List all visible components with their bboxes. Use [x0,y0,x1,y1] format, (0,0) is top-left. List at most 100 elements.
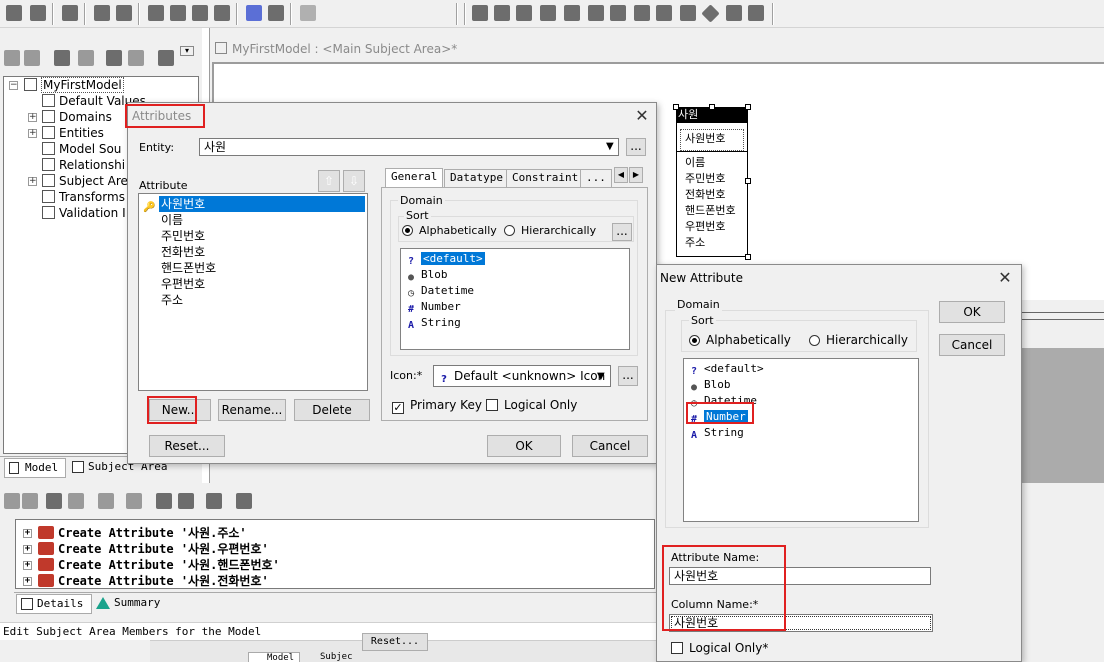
expand-icon[interactable]: + [23,561,32,570]
list-item[interactable]: 🔑 사원번호 [143,196,365,213]
expand-icon[interactable]: + [23,529,32,538]
toolbar-icon[interactable] [610,5,626,21]
toolbar-icon[interactable] [68,493,84,509]
bg-reset-button[interactable]: Reset... [362,633,428,651]
list-item[interactable]: ? <default> [688,361,764,377]
move-up-button[interactable]: ⇧ [318,170,340,192]
undo-icon[interactable] [156,493,172,509]
toolbar-icon[interactable] [54,50,70,66]
toolbar-icon[interactable] [748,5,764,21]
toolbar-icon[interactable] [192,5,208,21]
toolbar-icon[interactable] [588,5,604,21]
tab-scroll-left[interactable]: ◀ [614,167,628,183]
toolbar-icon[interactable] [126,493,142,509]
list-item[interactable]: ? <default> [405,251,485,267]
list-item[interactable]: ● Blob [405,267,448,283]
ok-button[interactable]: OK [487,435,561,457]
expand-icon[interactable]: + [23,577,32,586]
bug-icon[interactable] [300,5,316,21]
sort-options-button[interactable]: ... [612,223,632,241]
tree-item-relationships[interactable]: Relationshi [42,157,125,173]
toolbar-icon[interactable] [564,5,580,21]
list-item[interactable]: 우편번호 [161,276,205,292]
toolbar-icon[interactable] [540,5,556,21]
entity-pk[interactable]: 사원번호 [680,129,744,151]
list-item[interactable]: ◷ Datetime [405,283,474,299]
logical-only-checkbox[interactable]: Logical Only* [671,641,768,655]
entity-attr[interactable]: 핸드폰번호 [685,203,736,219]
toolbar-icon[interactable] [148,5,164,21]
sort-hier-radio[interactable]: Hierarchically [809,333,908,347]
tab-summary[interactable]: Summary [94,594,184,614]
tab-scroll-right[interactable]: ▶ [629,167,643,183]
toolbar-icon[interactable] [94,5,110,21]
binoculars-icon[interactable] [106,50,122,66]
ok-button[interactable]: OK [939,301,1005,323]
toolbar-icon[interactable] [6,5,22,21]
logical-only-checkbox[interactable]: Logical Only [486,398,577,412]
sort-alpha-radio[interactable]: Alphabetically [402,224,497,237]
diamond-icon[interactable] [701,4,720,23]
collapse-icon[interactable]: − [9,81,18,90]
expand-icon[interactable]: + [23,545,32,554]
back-icon[interactable] [4,50,20,66]
tab-details[interactable]: Details [16,594,92,614]
toolbar-icon[interactable] [246,5,262,21]
refresh-icon[interactable] [170,5,186,21]
entity-attr[interactable]: 전화번호 [685,187,725,203]
toolbar-icon[interactable] [158,50,174,66]
tree-item-root[interactable]: MyFirstModel [24,77,124,93]
log-entry[interactable]: + Create Attribute '사원.전화번호' [23,573,269,588]
close-icon[interactable]: ✕ [632,106,652,126]
resize-handle[interactable] [673,104,679,110]
entity-select[interactable]: 사원 [199,138,619,156]
toolbar-icon[interactable] [634,5,650,21]
sort-alpha-radio[interactable]: Alphabetically [689,333,791,347]
list-item[interactable]: A String [405,315,461,331]
tree-item-validation[interactable]: Validation I [42,205,126,221]
toolbar-icon[interactable] [268,5,284,21]
back-icon[interactable] [4,493,20,509]
list-item[interactable]: ● Blob [688,377,731,393]
tab-more[interactable]: ... [580,169,612,187]
bg-tab-subject[interactable]: Subjec [302,652,372,662]
tree-item-transforms[interactable]: Transforms [42,189,125,205]
toolbar-icon[interactable] [656,5,672,21]
delete-button[interactable]: Delete [294,399,370,421]
log-entry[interactable]: + Create Attribute '사원.우편번호' [23,541,269,557]
toolbar-icon[interactable] [98,493,114,509]
tree-item-subject-areas[interactable]: Subject Are [42,173,128,189]
expand-icon[interactable]: + [28,113,37,122]
tab-general[interactable]: General [385,168,444,188]
resize-handle[interactable] [709,104,715,110]
toolbar-icon[interactable] [516,5,532,21]
icon-select[interactable]: ? Default <unknown> Icon [433,365,611,387]
toolbar-icon[interactable] [206,493,222,509]
tree-item-model-sources[interactable]: Model Sou [42,141,121,157]
tab-constraint[interactable]: Constraint [506,169,585,187]
tab-model[interactable]: Model [4,458,66,478]
log-entry[interactable]: + Create Attribute '사원.주소' [23,525,247,541]
icon-browse-button[interactable]: ... [618,366,638,386]
cancel-button[interactable]: Cancel [939,334,1005,356]
binoculars-icon[interactable] [46,493,62,509]
toolbar-icon[interactable] [680,5,696,21]
expand-icon[interactable]: + [28,129,37,138]
entity-attr[interactable]: 이름 [685,155,705,171]
resize-handle[interactable] [745,104,751,110]
close-icon[interactable]: ✕ [995,268,1015,288]
reset-button[interactable]: Reset... [149,435,225,457]
toolbar-icon[interactable] [726,5,742,21]
cancel-button[interactable]: Cancel [572,435,648,457]
bg-tab-model[interactable]: Model [248,652,300,662]
tree-item-domains[interactable]: Domains [42,109,112,125]
list-item[interactable]: 이름 [161,212,183,228]
toolbar-icon[interactable] [494,5,510,21]
resize-handle[interactable] [745,178,751,184]
list-item[interactable]: 전화번호 [161,244,205,260]
entity-attr[interactable]: 주소 [685,235,705,251]
move-down-button[interactable]: ⇩ [343,170,365,192]
toolbar-icon[interactable] [472,5,488,21]
redo-icon[interactable] [178,493,194,509]
tree-item-entities[interactable]: Entities [42,125,104,141]
